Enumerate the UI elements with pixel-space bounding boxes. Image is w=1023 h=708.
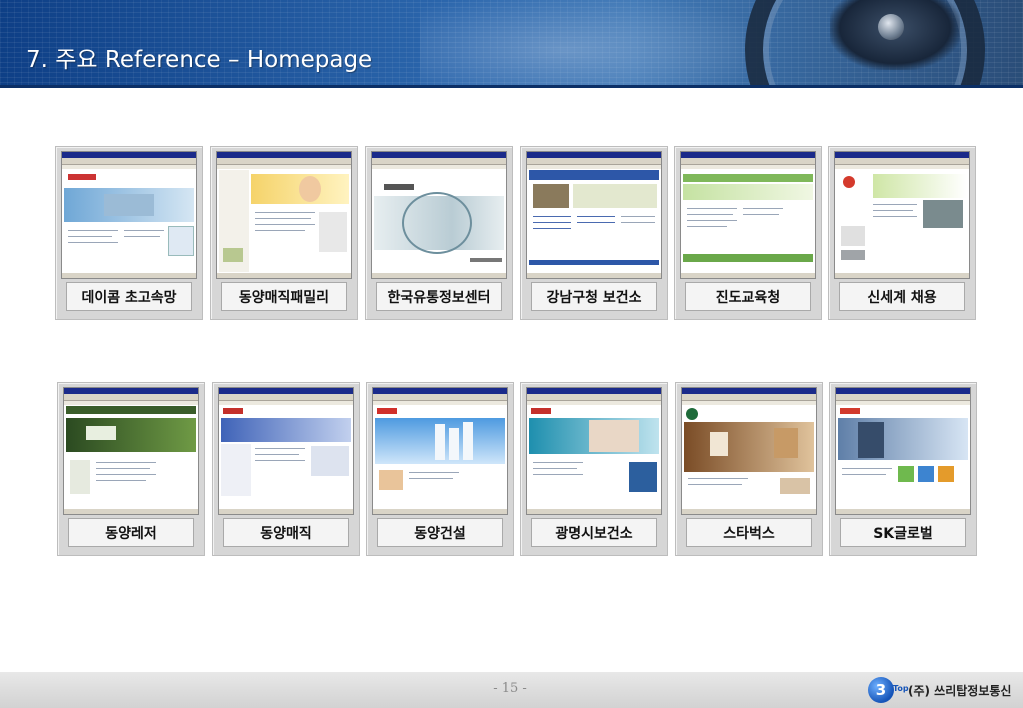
website-screenshot [63, 387, 199, 515]
company-logo-top-text: Top [893, 684, 909, 693]
reference-card[interactable]: SK글로벌 [829, 382, 977, 556]
footer-bar: - 15 - 3 Top (주) 쓰리탑정보통신 [0, 672, 1023, 708]
reference-card[interactable]: 강남구청 보건소 [520, 146, 668, 320]
website-screenshot [61, 151, 197, 279]
reference-label: 데이콤 초고속망 [66, 282, 192, 311]
reference-label: 스타벅스 [686, 518, 812, 547]
reference-card[interactable]: 스타벅스 [675, 382, 823, 556]
header-divider [0, 85, 1023, 88]
website-screenshot [834, 151, 970, 279]
website-screenshot [526, 151, 662, 279]
reference-label: 광명시보건소 [531, 518, 657, 547]
reference-label: 강남구청 보건소 [531, 282, 657, 311]
company-name: (주) 쓰리탑정보통신 [908, 684, 1012, 698]
reference-label: 동양건설 [377, 518, 503, 547]
reference-label: 한국유통정보센터 [376, 282, 502, 311]
reference-card[interactable]: 동양매직패밀리 [210, 146, 358, 320]
reference-label: 진도교육청 [685, 282, 811, 311]
website-screenshot [681, 387, 817, 515]
website-screenshot [526, 387, 662, 515]
reference-card[interactable]: 동양매직 [212, 382, 360, 556]
website-screenshot [371, 151, 507, 279]
reference-label: 동양매직패밀리 [221, 282, 347, 311]
reference-label: 신세계 채용 [839, 282, 965, 311]
reference-label: 동양레저 [68, 518, 194, 547]
website-screenshot [680, 151, 816, 279]
reference-card[interactable]: 동양레저 [57, 382, 205, 556]
company-logo-icon: 3 [868, 677, 894, 703]
reference-card[interactable]: 신세계 채용 [828, 146, 976, 320]
reference-card[interactable]: 한국유통정보센터 [365, 146, 513, 320]
reference-card[interactable]: 동양건설 [366, 382, 514, 556]
page-title: 7. 주요 Reference – Homepage [26, 47, 373, 73]
website-screenshot [372, 387, 508, 515]
banner-map-graphic [420, 0, 780, 88]
header-banner: 7. 주요 Reference – Homepage [0, 0, 1023, 88]
website-screenshot [218, 387, 354, 515]
website-screenshot [216, 151, 352, 279]
page-number: - 15 - [493, 681, 527, 696]
reference-card[interactable]: 진도교육청 [674, 146, 822, 320]
compass-screw-graphic [878, 14, 904, 40]
reference-card[interactable]: 광명시보건소 [520, 382, 668, 556]
reference-label: 동양매직 [223, 518, 349, 547]
reference-card[interactable]: 데이콤 초고속망 [55, 146, 203, 320]
reference-label: SK글로벌 [840, 518, 966, 547]
website-screenshot [835, 387, 971, 515]
